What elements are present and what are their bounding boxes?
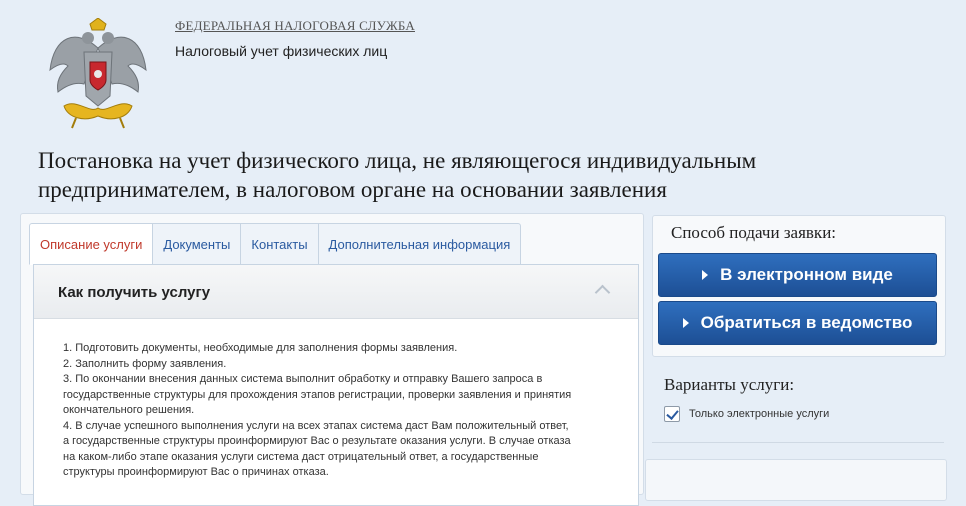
service-info-panel: Описание услуги Документы Контакты Допол…: [20, 213, 644, 506]
electronic-submit-button[interactable]: В электронном виде: [658, 253, 937, 297]
accordion-header[interactable]: Как получить услугу: [34, 265, 638, 319]
electronic-submit-label: В электронном виде: [720, 265, 893, 284]
submission-title: Способ подачи заявки:: [671, 223, 837, 242]
tab-service-description[interactable]: Описание услуги: [29, 223, 154, 265]
electronic-only-checkbox[interactable]: [664, 406, 680, 422]
accordion-title: Как получить услугу: [58, 284, 211, 301]
contact-agency-button[interactable]: Обратиться в ведомство: [658, 301, 937, 345]
checkmark-icon: [666, 407, 679, 420]
org-name-link[interactable]: ФЕДЕРАЛЬНАЯ НАЛОГОВАЯ СЛУЖБА: [175, 18, 415, 34]
step-item: 2. Заполнить форму заявления.: [63, 357, 227, 370]
step-item: 1. Подготовить документы, необходимые дл…: [63, 342, 458, 354]
emblem-icon: [49, 18, 147, 129]
site-header: ФЕДЕРАЛЬНАЯ НАЛОГОВАЯ СЛУЖБА Налоговый у…: [0, 0, 966, 140]
play-arrow-icon: [702, 270, 709, 280]
chevron-up-icon[interactable]: [594, 284, 611, 301]
tab-contacts[interactable]: Контакты: [241, 223, 319, 265]
org-subtitle: Налоговый учет физических лиц: [175, 43, 388, 59]
variants-title: Варианты услуги:: [664, 375, 795, 394]
step-item: 4. В случае успешного выполнения услуги …: [63, 419, 571, 479]
sidebar-divider: [652, 442, 944, 443]
page-title: Постановка на учет физического лица, не …: [38, 148, 757, 202]
steps-list: 1. Подготовить документы, необходимые дл…: [63, 341, 573, 481]
tab-content: Как получить услугу 1. Подготовить докум…: [33, 264, 639, 506]
submission-panel: Способ подачи заявки: В электронном виде…: [652, 215, 946, 357]
play-arrow-icon: [682, 318, 689, 328]
electronic-only-label[interactable]: Только электронные услуги: [689, 408, 829, 420]
secondary-panel: [645, 459, 947, 501]
tab-documents[interactable]: Документы: [153, 223, 242, 265]
tab-bar: Описание услуги Документы Контакты Допол…: [29, 223, 522, 265]
tab-additional-info[interactable]: Дополнительная информация: [318, 223, 522, 265]
step-item: 3. По окончании внесения данных система …: [63, 373, 572, 416]
contact-agency-label: Обратиться в ведомство: [700, 313, 913, 332]
